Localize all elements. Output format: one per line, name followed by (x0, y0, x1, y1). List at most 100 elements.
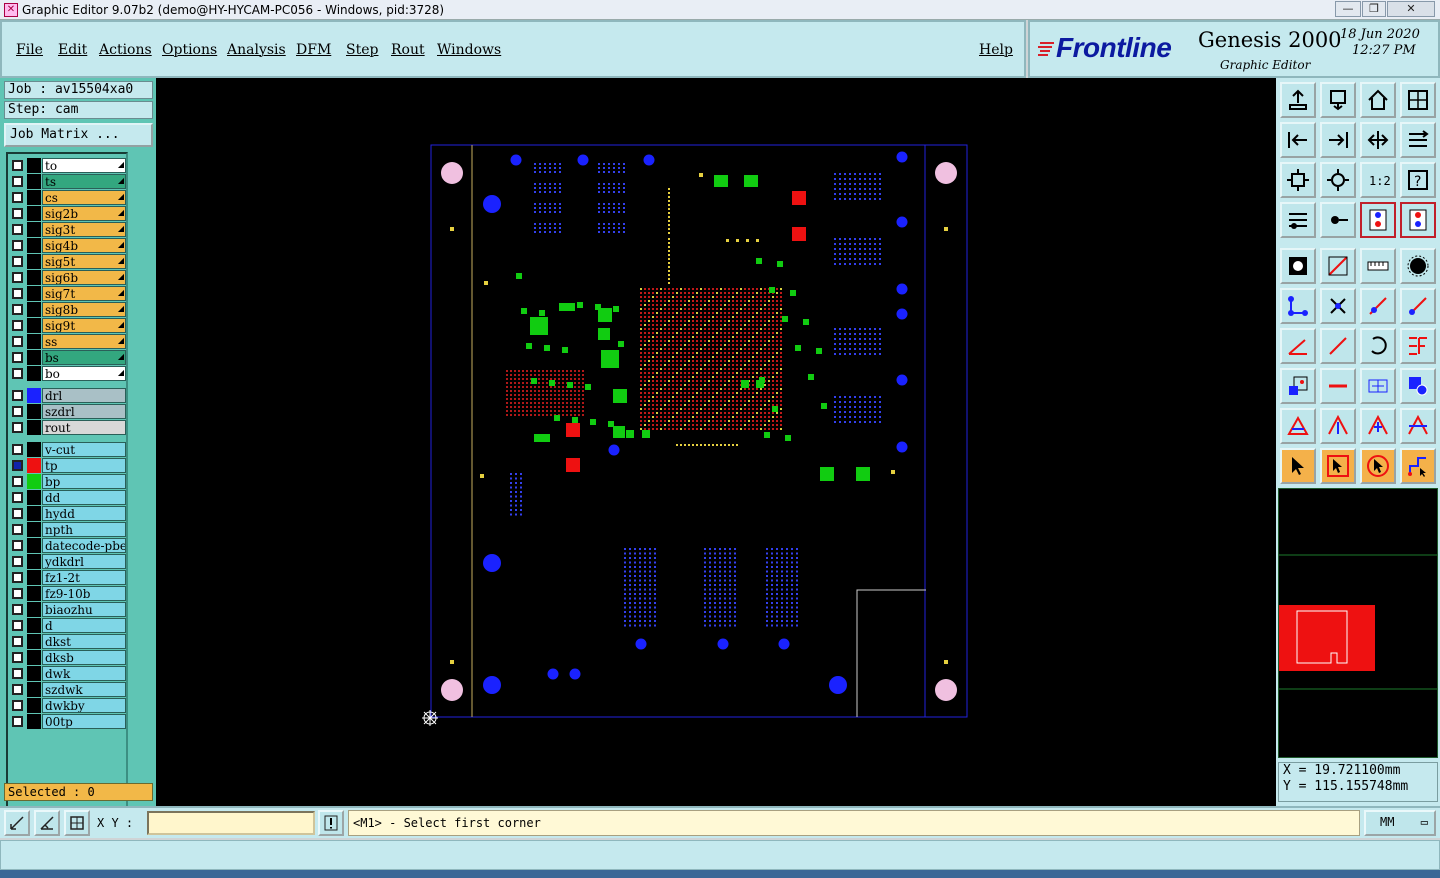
close-button[interactable]: ✕ (1387, 1, 1435, 17)
layer-name[interactable]: d (42, 618, 126, 633)
layer-name[interactable]: bo (42, 366, 126, 381)
menu-dfm[interactable]: DFM (296, 42, 331, 58)
layer-checkbox[interactable] (12, 524, 23, 535)
maximize-button[interactable]: ❐ (1362, 1, 1386, 17)
route-tool[interactable] (1400, 448, 1436, 484)
layer-name[interactable]: ss (42, 334, 126, 349)
layer-row[interactable]: npth (10, 522, 126, 537)
move-node-tool[interactable] (1400, 288, 1436, 324)
layer-row[interactable]: datecode-pbe (10, 538, 126, 553)
ruler-tool[interactable] (1360, 248, 1396, 284)
layer-name[interactable]: npth (42, 522, 126, 537)
layer-row[interactable]: sig4b ◢ (10, 238, 126, 253)
layer-name[interactable]: bs (42, 350, 126, 365)
layer-checkbox[interactable] (12, 652, 23, 663)
layer-name[interactable]: szdwk (42, 682, 126, 697)
menu-step[interactable]: Step (346, 42, 378, 58)
layer-row[interactable]: sig2b ◢ (10, 206, 126, 221)
layer-row[interactable]: sig3t ◢ (10, 222, 126, 237)
layer-checkbox[interactable] (12, 406, 23, 417)
zoom-fit-tool[interactable] (1360, 122, 1396, 158)
layer-row[interactable]: bp (10, 474, 126, 489)
layer-name[interactable]: sig9t (42, 318, 126, 333)
layer-name[interactable]: dkst (42, 634, 126, 649)
units-selector[interactable]: MM ▭ (1364, 810, 1436, 836)
layer-row[interactable]: d (10, 618, 126, 633)
job-matrix-button[interactable]: Job Matrix ... (4, 123, 153, 147)
menu-options[interactable]: Options (162, 42, 217, 58)
layer-checkbox[interactable] (12, 508, 23, 519)
pcb-board-view[interactable] (156, 78, 1276, 806)
pan-left-tool[interactable] (1280, 122, 1316, 158)
layer-row[interactable]: to ◢ (10, 158, 126, 173)
layer-name[interactable]: to (42, 158, 126, 173)
layer-row[interactable]: cs ◢ (10, 190, 126, 205)
layers-on-tool[interactable] (1360, 202, 1396, 238)
layer-name[interactable]: 00tp (42, 714, 126, 729)
layer-checkbox[interactable] (12, 176, 23, 187)
layer-name[interactable]: datecode-pbe (42, 538, 126, 553)
arch-tool[interactable] (1360, 408, 1396, 444)
graphic-canvas[interactable] (156, 78, 1276, 806)
zoom-in-tool[interactable] (1280, 162, 1316, 198)
open-tool[interactable] (1280, 82, 1316, 118)
menu-help[interactable]: Help (979, 42, 1013, 58)
help-tool[interactable]: ? (1400, 162, 1436, 198)
menu-file[interactable]: File (16, 42, 43, 58)
layer-name[interactable]: sig3t (42, 222, 126, 237)
layer-name[interactable]: ts (42, 174, 126, 189)
layer-checkbox[interactable] (12, 224, 23, 235)
menu-rout[interactable]: Rout (391, 42, 425, 58)
dot-tool[interactable] (1400, 248, 1436, 284)
layer-checkbox[interactable] (12, 476, 23, 487)
layer-checkbox[interactable] (12, 492, 23, 503)
layer-row[interactable]: v-cut (10, 442, 126, 457)
minus-tool[interactable] (1320, 368, 1356, 404)
layer-row[interactable]: szdrl (10, 404, 126, 419)
layer-row[interactable]: ts ◢ (10, 174, 126, 189)
layer-name[interactable]: dd (42, 490, 126, 505)
layer-row[interactable]: sig8b ◢ (10, 302, 126, 317)
layer-row[interactable]: szdwk (10, 682, 126, 697)
layer-checkbox[interactable] (12, 540, 23, 551)
menu-actions[interactable]: Actions (99, 42, 152, 58)
layers-off-tool[interactable] (1400, 202, 1436, 238)
layer-name[interactable]: tp (42, 458, 126, 473)
window-tool[interactable] (1400, 82, 1436, 118)
layer-name[interactable]: rout (42, 420, 126, 435)
layer-name[interactable]: sig4b (42, 238, 126, 253)
layer-row[interactable]: dwkby (10, 698, 126, 713)
scale-box-tool[interactable] (1280, 368, 1316, 404)
layer-name[interactable]: sig5t (42, 254, 126, 269)
arch-line-tool[interactable] (1400, 408, 1436, 444)
xy-input[interactable] (147, 811, 315, 835)
mirror-tool[interactable] (1400, 328, 1436, 364)
pad-tool[interactable] (1280, 248, 1316, 284)
layer-checkbox[interactable] (12, 192, 23, 203)
layer-name[interactable]: cs (42, 190, 126, 205)
layer-row[interactable]: ss ◢ (10, 334, 126, 349)
layer-name[interactable]: drl (42, 388, 126, 403)
angle-tool[interactable] (1280, 328, 1316, 364)
layer-row[interactable]: biaozhu (10, 602, 126, 617)
grid-tool[interactable] (1360, 368, 1396, 404)
layer-checkbox[interactable] (12, 556, 23, 567)
scale-tool[interactable]: 1:2 (1360, 162, 1396, 198)
layer-checkbox[interactable] (12, 620, 23, 631)
layer-row[interactable]: ydkdrl (10, 554, 126, 569)
layer-name[interactable]: sig6b (42, 270, 126, 285)
alert-button[interactable] (318, 810, 344, 836)
layer-row[interactable]: sig6b ◢ (10, 270, 126, 285)
layer-row[interactable]: rout (10, 420, 126, 435)
layer-name[interactable]: dksb (42, 650, 126, 665)
layer-checkbox[interactable] (12, 320, 23, 331)
layer-checkbox[interactable] (12, 422, 23, 433)
layer-row[interactable]: dwk (10, 666, 126, 681)
layer-checkbox[interactable] (12, 636, 23, 647)
split-tool[interactable] (1400, 122, 1436, 158)
layer-checkbox[interactable] (12, 160, 23, 171)
layer-checkbox[interactable] (12, 240, 23, 251)
layer-name[interactable]: fz9-10b (42, 586, 126, 601)
layer-row[interactable]: sig5t ◢ (10, 254, 126, 269)
layer-checkbox[interactable] (12, 588, 23, 599)
